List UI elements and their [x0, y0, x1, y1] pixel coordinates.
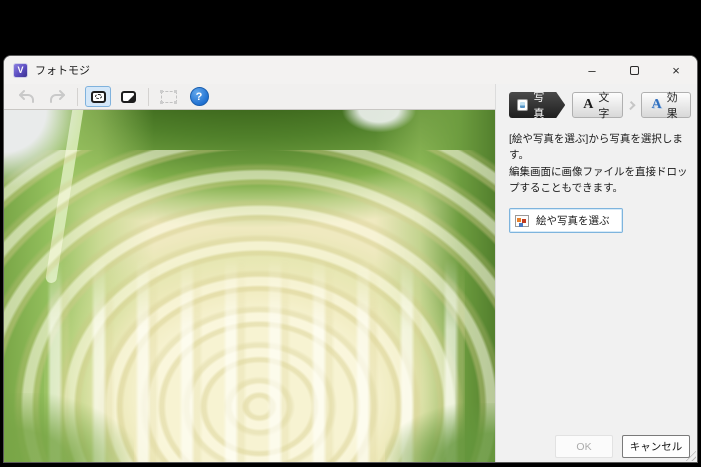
cabbage-outer-leaves: [4, 109, 495, 320]
toolbar-separator: [77, 88, 78, 106]
tab-text-label: 文字: [598, 89, 611, 121]
help-button[interactable]: ?: [186, 86, 212, 107]
help-icon: ?: [190, 87, 209, 106]
desktop-background: V フォトモジ – ×: [0, 0, 701, 467]
cabbage-corner-right: [385, 403, 495, 463]
instruction-line-2: 編集画面に画像ファイルを直接ドロップすることもできます。: [509, 164, 689, 197]
tab-text[interactable]: A 文字: [572, 92, 622, 118]
fit-to-window-icon: [91, 91, 106, 103]
ok-button[interactable]: OK: [555, 435, 613, 458]
text-tab-icon: A: [583, 97, 593, 113]
toolbar-separator: [148, 88, 149, 106]
redo-icon: [48, 89, 66, 104]
redo-button[interactable]: [44, 86, 70, 107]
maximize-button[interactable]: [613, 56, 655, 84]
actual-size-button[interactable]: [115, 86, 141, 107]
cabbage-ruffles: [4, 150, 495, 463]
actual-size-icon: [121, 91, 136, 103]
cancel-button[interactable]: キャンセル: [622, 435, 690, 458]
background-patch-left: [4, 110, 94, 210]
chevron-right-icon: [626, 100, 635, 109]
app-icon: V: [13, 63, 28, 78]
app-window: V フォトモジ – ×: [3, 55, 698, 463]
window-title: フォトモジ: [35, 62, 90, 78]
choose-image-icon: [515, 215, 529, 227]
choose-image-label: 絵や写真を選ぶ: [536, 213, 610, 228]
tab-effect-label: 効果: [667, 89, 680, 121]
instructions: [絵や写真を選ぶ]から写真を選択します。 編集画面に画像ファイルを直接ドロップす…: [509, 131, 689, 196]
tab-photo[interactable]: 写真: [509, 92, 565, 118]
instruction-line-1: [絵や写真を選ぶ]から写真を選択します。: [509, 131, 689, 164]
titlebar[interactable]: V フォトモジ – ×: [4, 56, 697, 84]
effect-tab-icon: A: [652, 97, 662, 113]
dialog-footer: OK キャンセル: [555, 435, 690, 458]
cabbage-right-leaf: [375, 110, 495, 463]
fit-to-window-button[interactable]: [85, 86, 111, 107]
tab-photo-label: 写真: [533, 89, 549, 121]
cabbage-ribs: [34, 258, 465, 463]
choose-image-button[interactable]: 絵や写真を選ぶ: [509, 208, 623, 233]
undo-button[interactable]: [14, 86, 40, 107]
close-button[interactable]: ×: [655, 56, 697, 84]
toolbar: ?: [4, 84, 494, 109]
undo-icon: [18, 89, 36, 104]
minimize-button[interactable]: –: [571, 56, 613, 84]
selection-tool-button[interactable]: [156, 86, 182, 107]
cabbage-stem: [45, 109, 84, 284]
cabbage-corner-left: [4, 393, 134, 463]
side-panel: 写真 A 文字 A 効果 [絵や写真を選ぶ]から写真を選択します。 編集画面に画…: [495, 84, 697, 462]
step-tabs: 写真 A 文字 A 効果: [509, 92, 691, 118]
selection-tool-icon: [161, 91, 177, 103]
cabbage-left-leaf: [4, 110, 154, 463]
maximize-icon: [630, 66, 639, 75]
tab-effect[interactable]: A 効果: [641, 92, 691, 118]
background-patch-top: [334, 110, 424, 140]
photo-tab-icon: [517, 99, 528, 111]
cabbage-heart: [44, 180, 455, 463]
image-canvas[interactable]: [4, 109, 495, 463]
